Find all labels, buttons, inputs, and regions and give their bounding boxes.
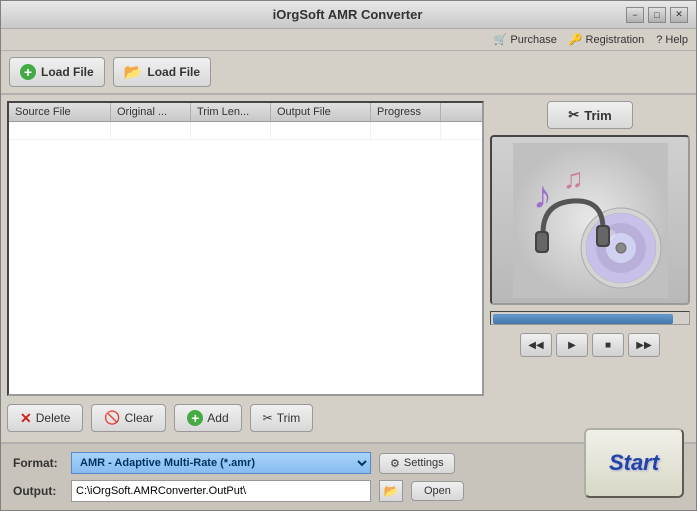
file-table: Source File Original ... Trim Len... Out… — [7, 101, 484, 396]
maximize-button[interactable]: □ — [648, 7, 666, 23]
trim-btn-area: ✂ Trim — [490, 101, 690, 129]
key-icon: 🔑 — [569, 33, 583, 46]
settings-button[interactable]: ⚙ Settings — [379, 453, 455, 474]
folder-icon: 📂 — [124, 63, 143, 81]
scissors-icon: ✂ — [263, 411, 273, 425]
cell — [9, 122, 111, 139]
table-header: Source File Original ... Trim Len... Out… — [9, 103, 482, 122]
menu-purchase-label: Purchase — [510, 34, 556, 46]
settings-label: Settings — [404, 457, 444, 469]
cell — [271, 122, 371, 139]
trim-label: Trim — [277, 411, 301, 425]
cart-icon: 🛒 — [494, 33, 508, 46]
load-file-button-1[interactable]: + Load File — [9, 57, 105, 87]
x-icon: ✕ — [20, 410, 32, 427]
clear-button[interactable]: 🚫 Clear — [91, 404, 166, 432]
player-controls: ◀◀ ▶ ■ ▶▶ — [490, 333, 690, 357]
browse-button[interactable]: 📂 — [379, 480, 403, 502]
bottom-wrapper: Format: AMR - Adaptive Multi-Rate (*.amr… — [1, 442, 696, 510]
toolbar: + Load File 📂 Load File — [1, 51, 696, 95]
output-label: Output: — [13, 484, 63, 498]
load-file-1-label: Load File — [41, 65, 94, 79]
trim-main-label: Trim — [584, 108, 611, 123]
progress-scrollbar[interactable] — [490, 311, 690, 325]
gear-icon: ⚙ — [390, 457, 400, 470]
menu-help[interactable]: ? Help — [656, 34, 688, 46]
main-window: iOrgSoft AMR Converter − □ ✕ 🛒 Purchase … — [0, 0, 697, 511]
open-button[interactable]: Open — [411, 481, 464, 501]
stop-button[interactable]: ■ — [592, 333, 624, 357]
cell — [191, 122, 271, 139]
minimize-button[interactable]: − — [626, 7, 644, 23]
format-select[interactable]: AMR - Adaptive Multi-Rate (*.amr) — [71, 452, 371, 474]
menu-registration-label: Registration — [586, 34, 645, 46]
window-title: iOrgSoft AMR Converter — [69, 7, 626, 22]
cell — [111, 122, 191, 139]
right-panel: ✂ Trim ♪ — [490, 101, 690, 436]
svg-text:♫: ♫ — [563, 163, 584, 194]
delete-label: Delete — [36, 411, 71, 425]
add-label: Add — [207, 411, 228, 425]
output-path-input[interactable] — [71, 480, 371, 502]
add-plus-icon: + — [187, 410, 203, 426]
main-content: Source File Original ... Trim Len... Out… — [1, 95, 696, 442]
trim-button[interactable]: ✂ Trim — [250, 404, 314, 432]
title-bar-controls: − □ ✕ — [626, 7, 688, 23]
col-output: Output File — [271, 103, 371, 121]
play-button[interactable]: ▶ — [556, 333, 588, 357]
preview-area: ♪ ♫ — [490, 135, 690, 305]
open-label: Open — [424, 485, 451, 497]
forward-button[interactable]: ▶▶ — [628, 333, 660, 357]
trim-main-button[interactable]: ✂ Trim — [547, 101, 632, 129]
cell — [371, 122, 441, 139]
close-button[interactable]: ✕ — [670, 7, 688, 23]
menu-help-label: Help — [665, 34, 688, 46]
col-original: Original ... — [111, 103, 191, 121]
delete-button[interactable]: ✕ Delete — [7, 404, 83, 432]
plus-icon: + — [20, 64, 36, 80]
load-file-button-2[interactable]: 📂 Load File — [113, 57, 211, 87]
clear-label: Clear — [125, 411, 154, 425]
question-icon: ? — [656, 34, 662, 46]
left-panel: Source File Original ... Trim Len... Out… — [7, 101, 484, 436]
start-button[interactable]: Start — [584, 428, 684, 498]
menu-purchase[interactable]: 🛒 Purchase — [494, 33, 557, 46]
title-bar: iOrgSoft AMR Converter − □ ✕ — [1, 1, 696, 29]
bottom-buttons: ✕ Delete 🚫 Clear + Add ✂ Trim — [7, 400, 484, 436]
rewind-button[interactable]: ◀◀ — [520, 333, 552, 357]
clear-icon: 🚫 — [104, 410, 120, 426]
format-label: Format: — [13, 456, 63, 470]
load-file-2-label: Load File — [147, 65, 200, 79]
table-body — [9, 122, 482, 389]
col-progress: Progress — [371, 103, 441, 121]
col-source: Source File — [9, 103, 111, 121]
start-label: Start — [609, 450, 659, 476]
folder-open-icon: 📂 — [384, 484, 399, 498]
trim-scissors-icon: ✂ — [568, 107, 579, 123]
add-button[interactable]: + Add — [174, 404, 241, 432]
menu-bar: 🛒 Purchase 🔑 Registration ? Help — [1, 29, 696, 51]
scrollbar-thumb — [493, 314, 673, 324]
music-illustration: ♪ ♫ — [513, 143, 668, 298]
menu-registration[interactable]: 🔑 Registration — [569, 33, 644, 46]
col-trim: Trim Len... — [191, 103, 271, 121]
table-row — [9, 122, 482, 140]
